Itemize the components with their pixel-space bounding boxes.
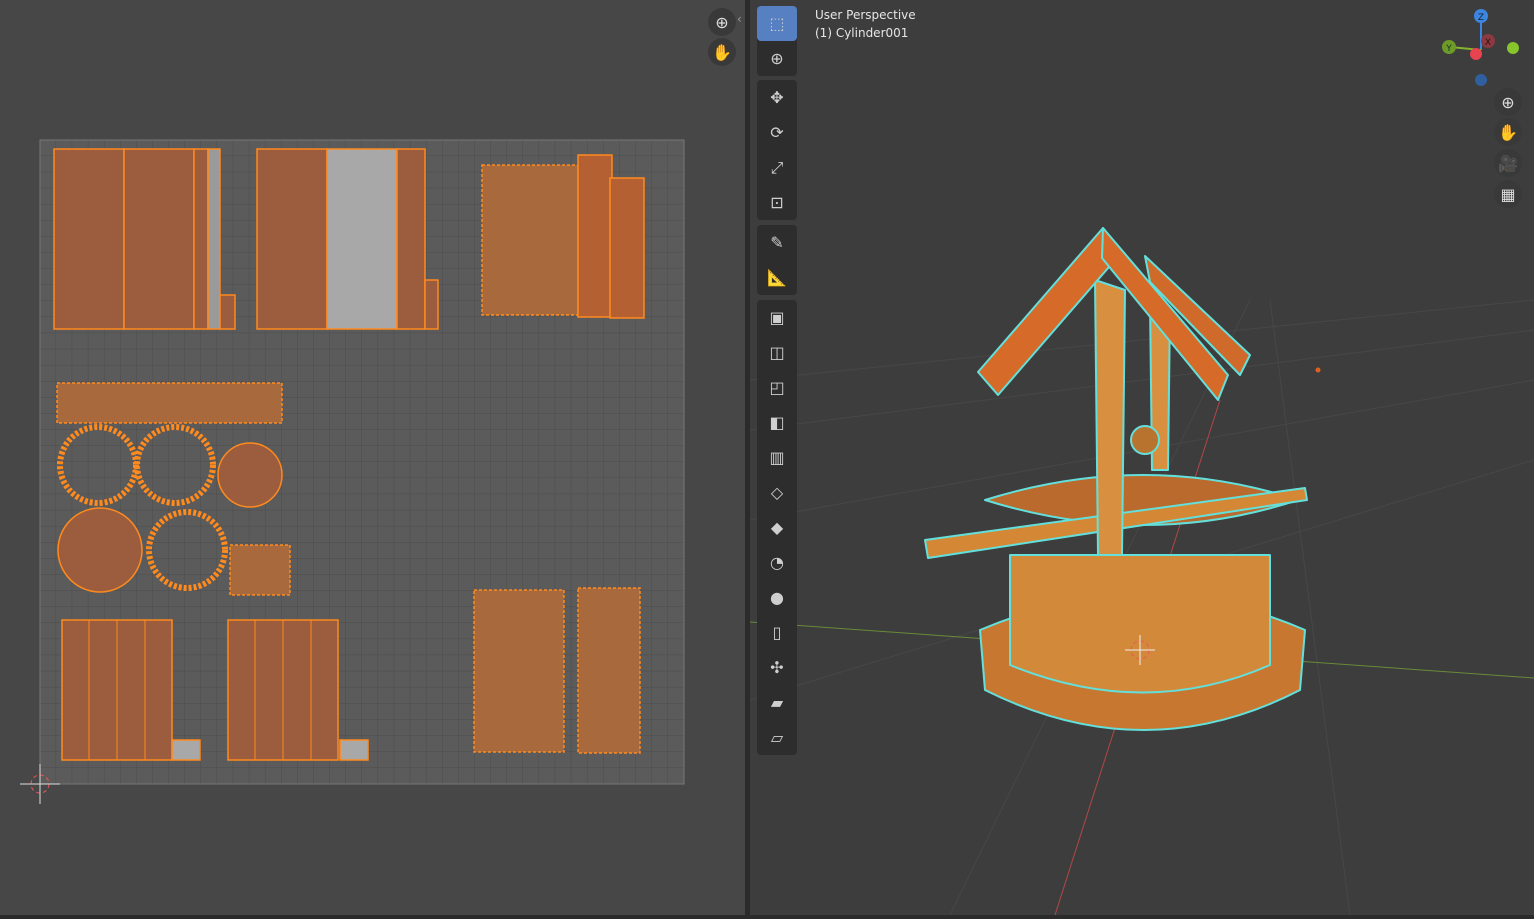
loop-cut-icon[interactable]: ▥: [757, 440, 797, 475]
active-object-name: (1) Cylinder001: [815, 26, 909, 40]
sidebar-toggle[interactable]: ‹: [737, 12, 742, 26]
navigation-gizmo[interactable]: Z Y X: [1440, 5, 1530, 90]
toolbar-group-mesh: ▣ ◫ ◰ ◧ ▥ ◇ ◆ ◔ ● ▯ ✣ ▰ ▱: [757, 300, 797, 755]
shrink-fatten-icon[interactable]: ✣: [757, 650, 797, 685]
pan-hand-icon[interactable]: ✋: [708, 38, 736, 66]
uv-canvas[interactable]: [0, 0, 745, 915]
camera-icon[interactable]: 🎥: [1494, 149, 1522, 177]
toolbar-group-annotate: ✎ 📐: [757, 225, 797, 295]
view-name: User Perspective: [815, 8, 916, 22]
3d-viewport[interactable]: ⬚ ⊕ ✥ ⟳ ⤢ ⊡ ✎ 📐 ▣ ◫ ◰ ◧ ▥ ◇ ◆ ◔ ● ▯ ✣ ▰ …: [750, 0, 1534, 915]
measure-icon[interactable]: 📐: [757, 260, 797, 295]
transform-icon[interactable]: ⊡: [757, 185, 797, 220]
spin-icon[interactable]: ◔: [757, 545, 797, 580]
toolbar-group-select: ⬚ ⊕: [757, 6, 797, 76]
knife-icon[interactable]: ◇: [757, 475, 797, 510]
svg-text:X: X: [1485, 38, 1491, 48]
viewport-info: User Perspective (1) Cylinder001: [815, 6, 916, 42]
poly-build-icon[interactable]: ◆: [757, 510, 797, 545]
select-box-icon[interactable]: ⬚: [757, 6, 797, 41]
add-cube-icon[interactable]: ▣: [757, 300, 797, 335]
rotate-icon[interactable]: ⟳: [757, 115, 797, 150]
light-object: [1315, 367, 1321, 373]
perspective-grid-icon[interactable]: ▦: [1494, 180, 1522, 208]
extrude-icon[interactable]: ◫: [757, 335, 797, 370]
edge-slide-icon[interactable]: ▯: [757, 615, 797, 650]
viewport-scene[interactable]: [750, 0, 1534, 915]
cursor-icon[interactable]: ⊕: [757, 41, 797, 76]
toolbar-group-transform: ✥ ⟳ ⤢ ⊡: [757, 80, 797, 220]
pan-hand-icon[interactable]: ✋: [1494, 118, 1522, 146]
bevel-icon[interactable]: ◧: [757, 405, 797, 440]
inset-icon[interactable]: ◰: [757, 370, 797, 405]
svg-text:Z: Z: [1478, 13, 1484, 23]
rip-region-icon[interactable]: ▱: [757, 720, 797, 755]
zoom-icon[interactable]: ⊕: [708, 8, 736, 36]
move-icon[interactable]: ✥: [757, 80, 797, 115]
svg-text:Y: Y: [1445, 44, 1452, 54]
shear-icon[interactable]: ▰: [757, 685, 797, 720]
uv-editor[interactable]: ⊕ ✋ ‹: [0, 0, 745, 915]
annotate-icon[interactable]: ✎: [757, 225, 797, 260]
zoom-icon[interactable]: ⊕: [1494, 88, 1522, 116]
scale-icon[interactable]: ⤢: [757, 150, 797, 185]
smooth-icon[interactable]: ●: [757, 580, 797, 615]
